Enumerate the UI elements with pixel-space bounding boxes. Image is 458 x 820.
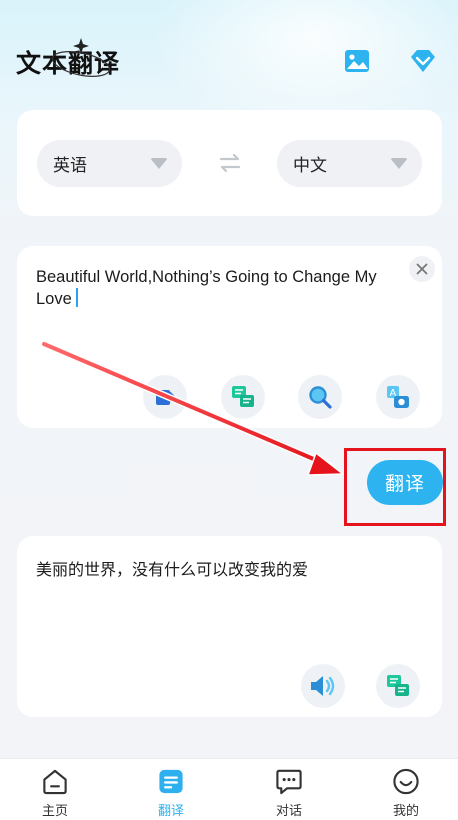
tab-dialog-label: 对话 <box>275 804 302 819</box>
target-language-label: 中文 <box>293 156 327 176</box>
ocr-camera-icon: A <box>387 386 409 408</box>
vip-diamond-icon[interactable] <box>408 46 438 76</box>
planet-decoration-icon <box>51 38 111 77</box>
close-icon <box>416 263 428 275</box>
smile-profile-icon <box>393 768 419 795</box>
header: 文本翻译 <box>0 0 458 110</box>
dropdown-triangle-icon <box>390 158 408 169</box>
tab-profile[interactable]: 我的 <box>366 767 446 819</box>
clear-button[interactable] <box>409 256 435 282</box>
tab-profile-label: 我的 <box>392 804 419 819</box>
input-card: Beautiful World,Nothing’s Going to Chang… <box>17 246 442 428</box>
target-language-select[interactable]: 中文 <box>277 140 422 187</box>
photo-ocr-button[interactable]: A <box>376 375 420 419</box>
conversation-button[interactable] <box>376 664 420 708</box>
dictionary-search-button[interactable] <box>298 375 342 419</box>
dialog-icon <box>276 769 302 795</box>
tab-home[interactable]: 主页 <box>15 767 95 819</box>
tab-dialog[interactable]: 对话 <box>249 767 329 819</box>
annotation-highlight-box <box>344 448 446 526</box>
source-language-select[interactable]: 英语 <box>37 140 182 187</box>
chat-bubbles-icon <box>387 675 409 696</box>
chat-bubbles-icon <box>232 386 254 407</box>
speaker-icon <box>311 676 335 696</box>
tab-home-label: 主页 <box>41 804 68 819</box>
conversation-button[interactable] <box>221 375 265 419</box>
source-text-input[interactable]: Beautiful World,Nothing’s Going to Chang… <box>36 266 411 310</box>
swap-arrows-icon[interactable] <box>218 151 242 175</box>
search-magnifier-icon <box>309 386 332 409</box>
speak-button[interactable] <box>301 664 345 708</box>
translate-doc-icon <box>159 769 183 794</box>
text-caret <box>75 288 78 307</box>
source-text: Beautiful World,Nothing’s Going to Chang… <box>36 268 377 308</box>
image-icon[interactable] <box>342 46 372 76</box>
dropdown-triangle-icon <box>150 158 168 169</box>
bottom-tab-bar: 主页 翻译 对话 我的 <box>0 758 458 820</box>
tab-translate[interactable]: 翻译 <box>131 767 211 819</box>
tab-translate-label: 翻译 <box>157 804 184 819</box>
source-language-label: 英语 <box>53 156 87 176</box>
translation-result-text: 美丽的世界，没有什么可以改变我的爱 <box>36 560 309 579</box>
language-selector-card: 英语 中文 <box>17 110 442 216</box>
result-card: 美丽的世界，没有什么可以改变我的爱 <box>17 536 442 717</box>
home-icon <box>43 769 67 795</box>
import-icon <box>156 390 176 405</box>
import-button[interactable] <box>143 375 187 419</box>
